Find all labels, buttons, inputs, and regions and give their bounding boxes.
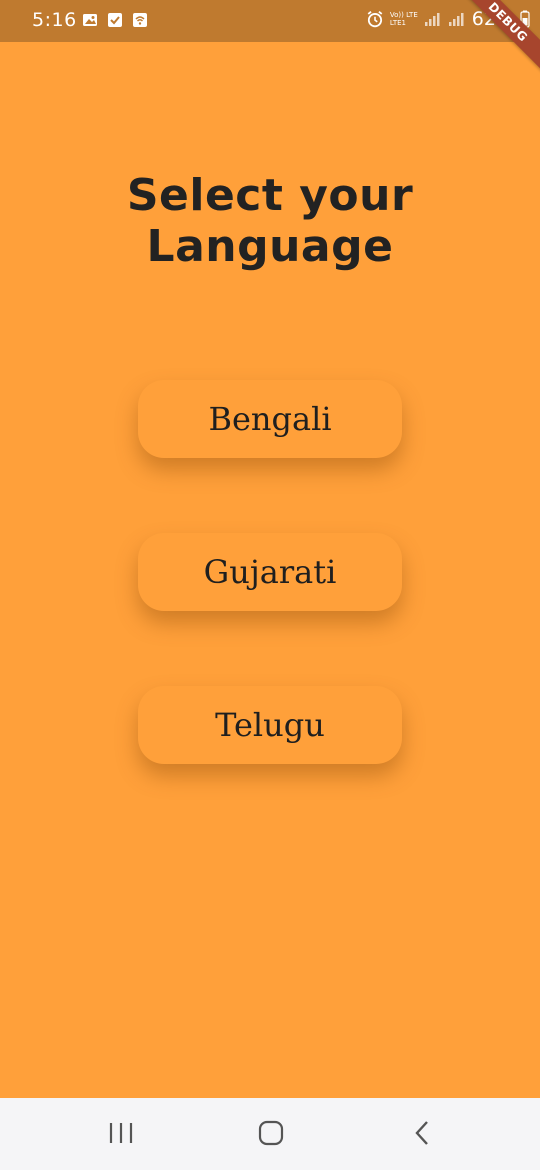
language-button-telugu[interactable]: Telugu [138, 686, 402, 764]
wifi-call-icon [133, 13, 147, 27]
status-time: 5:16 [32, 9, 77, 31]
language-button-bengali[interactable]: Bengali [138, 380, 402, 458]
check-box-icon [108, 13, 122, 27]
language-button-gujarati[interactable]: Gujarati [138, 533, 402, 611]
navigation-bar [0, 1098, 540, 1170]
gallery-icon [83, 14, 97, 26]
page-title: Select your Language [126, 170, 414, 272]
recent-apps-icon [109, 1123, 133, 1143]
alarm-icon [367, 10, 383, 28]
back-icon [415, 1121, 428, 1145]
home-icon [258, 1120, 284, 1146]
volte-icon: Vo)) LTE LTE1 [390, 11, 418, 27]
back-button[interactable] [408, 1120, 438, 1146]
lte-bottom-label: LTE1 [389, 19, 406, 27]
home-button[interactable] [256, 1120, 286, 1146]
signal-icon [424, 13, 440, 26]
status-bar: 5:16 Vo)) LTE LTE1 [0, 0, 540, 42]
lte-top-label: Vo)) LTE [389, 11, 418, 19]
status-notification-icons [82, 12, 148, 28]
recent-apps-button[interactable] [106, 1120, 136, 1146]
signal-icon [448, 13, 464, 26]
